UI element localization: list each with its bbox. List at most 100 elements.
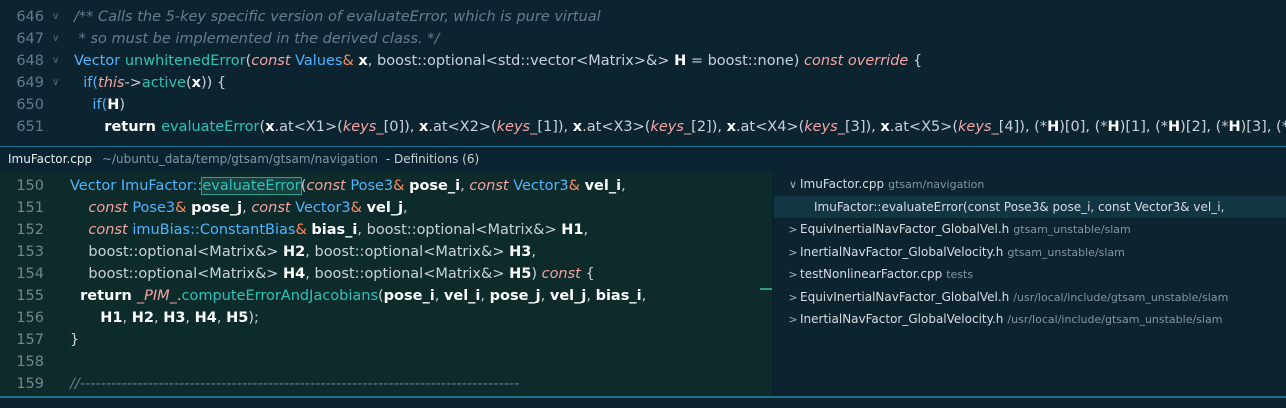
peek-view: 150 Vector ImuFactor::evaluateError(const… [0, 171, 1286, 396]
code-token: , [460, 178, 470, 194]
code-token: pose_j [489, 288, 541, 304]
line-number: 155 [16, 288, 44, 304]
definition-file-group[interactable]: > testNonlinearFactor.cpp tests [774, 263, 1286, 285]
code-token: bias_i [311, 222, 358, 238]
line-number: 152 [16, 222, 44, 238]
code-token: ) [531, 266, 542, 282]
code-token: H2 [131, 310, 154, 326]
code-token: H4 [194, 310, 217, 326]
code-token: & [175, 200, 192, 216]
code-line[interactable]: 159 //-----------------------------------… [0, 373, 772, 395]
code-text: boost::optional<Matrix&> H2, boost::opti… [70, 241, 536, 263]
code-token: const [469, 178, 509, 194]
code-token: Vector [70, 178, 121, 194]
code-token: , [153, 310, 164, 326]
line-number: 150 [16, 178, 44, 194]
code-token: )[2], (* [1180, 119, 1229, 135]
code-token: [3]), [844, 119, 881, 135]
code-line[interactable]: 150 Vector ImuFactor::evaluateError(const… [0, 175, 772, 197]
code-token: H [674, 53, 687, 69]
peek-file-name[interactable]: ImuFactor.cpp [8, 152, 92, 166]
code-token: * so must be implemented in the derived … [74, 31, 440, 47]
code-line[interactable]: 157} [0, 329, 772, 351]
chevron-right-icon: > [788, 268, 798, 281]
code-token: keys_ [958, 119, 999, 135]
code-line[interactable]: 155 return _PIM_.computeErrorAndJacobian… [0, 285, 772, 307]
code-token: H1 [561, 222, 584, 238]
code-line[interactable]: 651 return evaluateError(x.at<X1>(keys_[… [0, 116, 1286, 138]
code-line[interactable]: 154 boost::optional<Matrix&> H4, boost::… [0, 263, 772, 285]
code-text: } [70, 329, 79, 351]
line-number: 154 [16, 266, 44, 282]
main-editor[interactable]: 646 ∨ /** Calls the 5-key specific version… [0, 0, 1286, 143]
tree-item-label: ImuFactor.cpp [800, 177, 885, 191]
code-token: & [295, 222, 312, 238]
chevron-right-icon: > [788, 245, 798, 259]
code-line[interactable]: 649 ∨ if(this->active(x)) { [0, 72, 1286, 94]
code-token: const [306, 178, 346, 194]
code-token: )) { [200, 75, 227, 91]
code-line[interactable]: 646 ∨ /** Calls the 5-key specific version… [0, 6, 1286, 28]
code-token: vel_i [584, 178, 622, 194]
fold-chevron-icon[interactable]: ∨ [52, 72, 59, 94]
code-line[interactable]: 648 ∨ Vector unwhitenedError(const Values&… [0, 50, 1286, 72]
code-token: imuBias::ConstantBias [127, 222, 296, 238]
code-token: _PIM_ [136, 288, 177, 304]
code-line[interactable]: 158 [0, 351, 772, 373]
code-line[interactable]: 647 ∨ * so must be implemented in the der… [0, 28, 1286, 50]
definition-file-group[interactable]: ∨ ImuFactor.cpp gtsam/navigation [774, 173, 1286, 195]
fold-chevron-icon[interactable]: ∨ [52, 28, 59, 50]
code-token: { [908, 53, 923, 69]
code-token: vel_i [443, 288, 481, 304]
line-number: 151 [16, 200, 44, 216]
code-token: , boost::optional<Matrix&> [305, 266, 510, 282]
tree-item-label: EquivInertialNavFactor_GlobalVel.h [800, 222, 1010, 236]
code-line[interactable]: 156 H1, H2, H3, H4, H5); [0, 307, 772, 329]
definition-reference[interactable]: ImuFactor::evaluateError(const Pose3& po… [774, 195, 1286, 218]
code-token: Pose3 [127, 200, 176, 216]
code-text: const Pose3& pose_j, const Vector3& vel_… [70, 197, 408, 219]
definition-file-group[interactable]: > InertialNavFactor_GlobalVelocity.h/usr/… [774, 308, 1286, 330]
code-token: keys_ [342, 119, 384, 135]
code-line[interactable]: 152 const imuBias::ConstantBias& bias_i,… [0, 219, 772, 241]
tree-item-path: /usr/local/include/gtsam_unstable/slam [1013, 290, 1229, 304]
peek-file-path: ~/ubuntu_data/temp/gtsam/gtsam/navigatio… [101, 152, 378, 166]
code-token: ); [248, 310, 259, 326]
fold-chevron-icon[interactable]: ∨ [52, 6, 59, 28]
definition-file-group[interactable]: > EquivInertialNavFactor_GlobalVel.h/usr/… [774, 286, 1286, 308]
code-token: [1]), [537, 119, 573, 135]
code-token: unwhitenedError [124, 53, 246, 69]
code-token: [2]), [691, 119, 727, 135]
line-number: 153 [16, 244, 44, 260]
line-number: 647 [16, 31, 44, 47]
code-token: , [403, 200, 408, 216]
code-token: return [70, 288, 137, 304]
code-token: , [216, 310, 227, 326]
code-token: pose_i [383, 288, 435, 304]
code-token: evaluateError [161, 119, 260, 135]
definition-file-group[interactable]: > InertialNavFactor_GlobalVelocity.h gtsam… [774, 241, 1286, 263]
code-token: H2 [283, 244, 306, 260]
fold-chevron-icon[interactable]: ∨ [52, 50, 59, 72]
code-token: H1 [70, 310, 123, 326]
code-token: vel_j [549, 288, 587, 304]
code-text: return evaluateError(x.at<X1>(keys_[0]),… [74, 116, 1286, 138]
line-number: 651 [16, 119, 44, 135]
code-token: , [480, 288, 490, 304]
line-number: 159 [16, 376, 44, 392]
code-token: Pose3 [345, 178, 394, 194]
peek-header: ImuFactor.cpp ~/ubuntu_data/temp/gtsam/g… [0, 146, 1286, 172]
code-token: , [586, 288, 596, 304]
code-token: H [1047, 119, 1060, 135]
code-line[interactable]: 151 const Pose3& pose_j, const Vector3& … [0, 197, 772, 219]
code-line[interactable]: 153 boost::optional<Matrix&> H2, boost::… [0, 241, 772, 263]
code-line[interactable]: 650 if(H) [0, 94, 1286, 116]
peek-editor[interactable]: 150 Vector ImuFactor::evaluateError(const… [0, 171, 772, 396]
code-token: /** Calls the 5-key specific version of … [74, 9, 601, 25]
code-token: pose_j [191, 200, 243, 216]
code-token: ) [119, 97, 126, 113]
definitions-tree[interactable]: ∨ ImuFactor.cpp gtsam/navigation ImuFactor:… [774, 171, 1286, 396]
code-token: const [251, 53, 291, 69]
definition-file-group[interactable]: > EquivInertialNavFactor_GlobalVel.h gtsam… [774, 218, 1286, 240]
tree-item-label: InertialNavFactor_GlobalVelocity.h [800, 244, 1004, 259]
